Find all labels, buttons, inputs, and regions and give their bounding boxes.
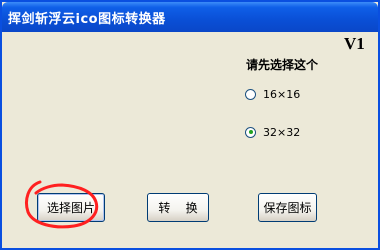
radio-32x32[interactable]: 32×32 [245, 124, 365, 140]
radio-16x16[interactable]: 16×16 [245, 86, 365, 102]
save-icon-button[interactable]: 保存图标 [258, 193, 317, 222]
radio-label-32x32: 32×32 [263, 125, 301, 139]
select-image-button[interactable]: 选择图片 [37, 193, 105, 222]
size-prompt: 请先选择这个 [246, 58, 319, 72]
radio-label-16x16: 16×16 [263, 87, 301, 101]
window-title: 挥剑斩浮云ico图标转换器 [8, 12, 166, 27]
title-bar[interactable]: 挥剑斩浮云ico图标转换器 [2, 2, 378, 32]
version-label: V1 [344, 34, 365, 53]
convert-button[interactable]: 转 换 [147, 193, 209, 222]
radio-unchecked-icon[interactable] [245, 88, 256, 100]
radio-checked-icon[interactable] [245, 126, 256, 138]
